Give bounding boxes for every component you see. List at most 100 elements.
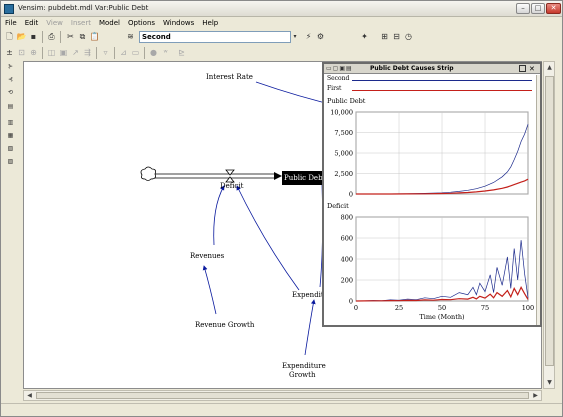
loops-icon[interactable]: ⟲ <box>4 87 17 98</box>
simulation-name-field[interactable]: Second <box>139 31 291 43</box>
toolbar-separator <box>114 47 115 59</box>
lock-sketch-icon[interactable]: ⊡ <box>16 47 27 58</box>
save-icon[interactable]: ▪ <box>28 31 39 42</box>
toolbar-separator <box>144 47 145 59</box>
menu-edit[interactable]: Edit <box>25 18 39 29</box>
var-deficit[interactable]: Deficit <box>220 182 243 190</box>
y-tick-label: 800 <box>341 214 353 222</box>
vensim-app-icon <box>4 4 14 14</box>
toolbar-separator <box>60 31 61 43</box>
var-revenues[interactable]: Revenues <box>190 252 224 260</box>
y-tick-label: 10,000 <box>330 109 353 117</box>
output-icon[interactable]: ⊞ <box>379 31 390 42</box>
sim-setup-icon[interactable]: ≋ <box>125 31 136 42</box>
link-revgrowth-to-revenues <box>202 265 217 315</box>
cut-icon[interactable]: ✂ <box>65 31 76 42</box>
vertical-scroll-thumb[interactable] <box>545 76 554 366</box>
close-button[interactable]: ✕ <box>546 3 561 14</box>
move-sketch-icon[interactable]: ⊕ <box>28 47 39 58</box>
menu-model[interactable]: Model <box>99 18 120 29</box>
y-tick-label: 600 <box>341 235 353 243</box>
causes-strip-icon[interactable]: ▥ <box>4 117 17 128</box>
menu-view[interactable]: View <box>46 18 63 29</box>
link-expgrowth-to-expenditures <box>304 299 316 356</box>
rate-tool-icon[interactable]: ⇶ <box>82 47 93 58</box>
synthesim-icon[interactable]: ⚙ <box>315 31 326 42</box>
control-panel-icon[interactable]: ⊟ <box>391 31 402 42</box>
arrow-tool-icon[interactable]: ↗ <box>70 47 81 58</box>
box-variable-tool-icon[interactable]: ▣ <box>58 47 69 58</box>
maximize-button[interactable]: □ <box>531 3 545 14</box>
status-bar <box>1 403 562 416</box>
menu-windows[interactable]: Windows <box>163 18 194 29</box>
y-tick-label: 200 <box>341 277 353 285</box>
strip-scrollbar[interactable] <box>536 75 540 325</box>
run-simulation-icon[interactable]: ⚡ <box>303 31 314 42</box>
source-cloud <box>140 166 156 181</box>
runs-compare-icon[interactable]: ▨ <box>4 156 17 167</box>
delete-tool-icon[interactable]: ● <box>148 47 159 58</box>
menu-help[interactable]: Help <box>202 18 218 29</box>
y-tick-label: 5,000 <box>334 150 353 158</box>
var-expenditure-growth-line2: Growth <box>289 371 316 379</box>
x-axis-label: Time (Month) <box>419 313 465 321</box>
menu-bar: File Edit View Insert Model Options Wind… <box>1 18 562 29</box>
x-tick-label: 100 <box>522 304 534 312</box>
y-tick-label: 400 <box>341 256 353 264</box>
table-icon[interactable]: ▧ <box>4 143 17 154</box>
uses-tree-icon[interactable]: ⊰ <box>4 74 17 85</box>
equations-tool-icon[interactable]: ʷ <box>160 47 171 58</box>
scroll-left-arrow-icon[interactable]: ◀ <box>25 391 34 400</box>
open-model-icon[interactable]: 📂 <box>16 31 27 42</box>
sketch-toolbar: ± ⊡ ⊕ ◫ ▣ ↗ ⇶ ▿ ⊿ ▭ ● ʷ ⊵ <box>1 46 562 60</box>
var-interest-rate[interactable]: Interest Rate <box>206 73 253 81</box>
workbench-variable-icon[interactable]: ± <box>4 47 15 58</box>
x-tick-label: 75 <box>481 304 489 312</box>
y-tick-label: 2,500 <box>334 170 353 178</box>
menu-file[interactable]: File <box>5 18 17 29</box>
strip-charts: 10,0007,5005,0002,500080060040020000 25 50… <box>330 109 534 322</box>
comment-tool-icon[interactable]: ▭ <box>130 47 141 58</box>
document-icon[interactable]: ▤ <box>4 101 17 112</box>
horizontal-scrollbar[interactable]: ◀ ▶ <box>23 390 542 401</box>
print-icon[interactable]: ⎙ <box>46 31 57 42</box>
reference-mode-icon[interactable]: ⊵ <box>176 47 187 58</box>
link-revenues-to-deficit <box>213 185 225 246</box>
clock-icon[interactable]: ◷ <box>403 31 414 42</box>
title-bar[interactable]: Vensim: pubdebt.mdl Var:Public Debt – □ … <box>1 1 562 17</box>
input-output-icon[interactable]: ⊿ <box>118 47 129 58</box>
y-tick-label: 7,500 <box>334 129 353 137</box>
analysis-tool-palette: ⊱ ⊰ ⟲ ▤ ▥ ▦ ▧ ▨ <box>1 61 21 171</box>
shadow-variable-icon[interactable]: ▿ <box>100 47 111 58</box>
toolbar-separator <box>42 47 43 59</box>
scroll-right-arrow-icon[interactable]: ▶ <box>531 391 540 400</box>
paste-icon[interactable]: 📋 <box>89 31 100 42</box>
y-tick-label: 0 <box>349 191 353 199</box>
run-game-icon[interactable]: ✦ <box>359 31 370 42</box>
var-expenditure-growth[interactable]: Expenditure <box>282 362 326 370</box>
x-tick-label: 50 <box>438 304 446 312</box>
minimize-button[interactable]: – <box>516 3 530 14</box>
vertical-scrollbar[interactable]: ▲ ▼ <box>543 61 555 389</box>
toolbar-separator <box>96 47 97 59</box>
causes-strip-window[interactable]: ▭▢▣▤ Public Debt Causes Strip ✕ Second F… <box>322 62 542 327</box>
simulation-name-dropdown-icon[interactable]: ▾ <box>291 31 299 43</box>
menu-insert[interactable]: Insert <box>71 18 91 29</box>
causes-tree-icon[interactable]: ⊱ <box>4 61 17 72</box>
variable-tool-icon[interactable]: ◫ <box>46 47 57 58</box>
new-model-icon[interactable]: 🗋 <box>4 31 15 42</box>
horizontal-scroll-thumb[interactable] <box>36 392 529 399</box>
y-tick-label: 0 <box>349 298 353 306</box>
deficit-valve <box>225 169 235 183</box>
scroll-down-arrow-icon[interactable]: ▼ <box>545 378 554 387</box>
var-expenditures[interactable]: Expendit <box>292 291 324 299</box>
toolbar-separator <box>42 31 43 43</box>
x-tick-label: 0 <box>354 304 358 312</box>
graph-icon[interactable]: ▦ <box>4 130 17 141</box>
var-revenue-growth[interactable]: Revenue Growth <box>195 321 254 329</box>
scroll-up-arrow-icon[interactable]: ▲ <box>545 63 554 72</box>
window-title: Vensim: pubdebt.mdl Var:Public Debt <box>18 4 149 12</box>
copy-icon[interactable]: ⧉ <box>77 31 88 42</box>
main-toolbar: 🗋 📂 ▪ ⎙ ✂ ⧉ 📋 ≋ Second ▾ ⚡ ⚙ ✦ ⊞ ⊟ ◷ <box>1 30 562 44</box>
menu-options[interactable]: Options <box>128 18 155 29</box>
